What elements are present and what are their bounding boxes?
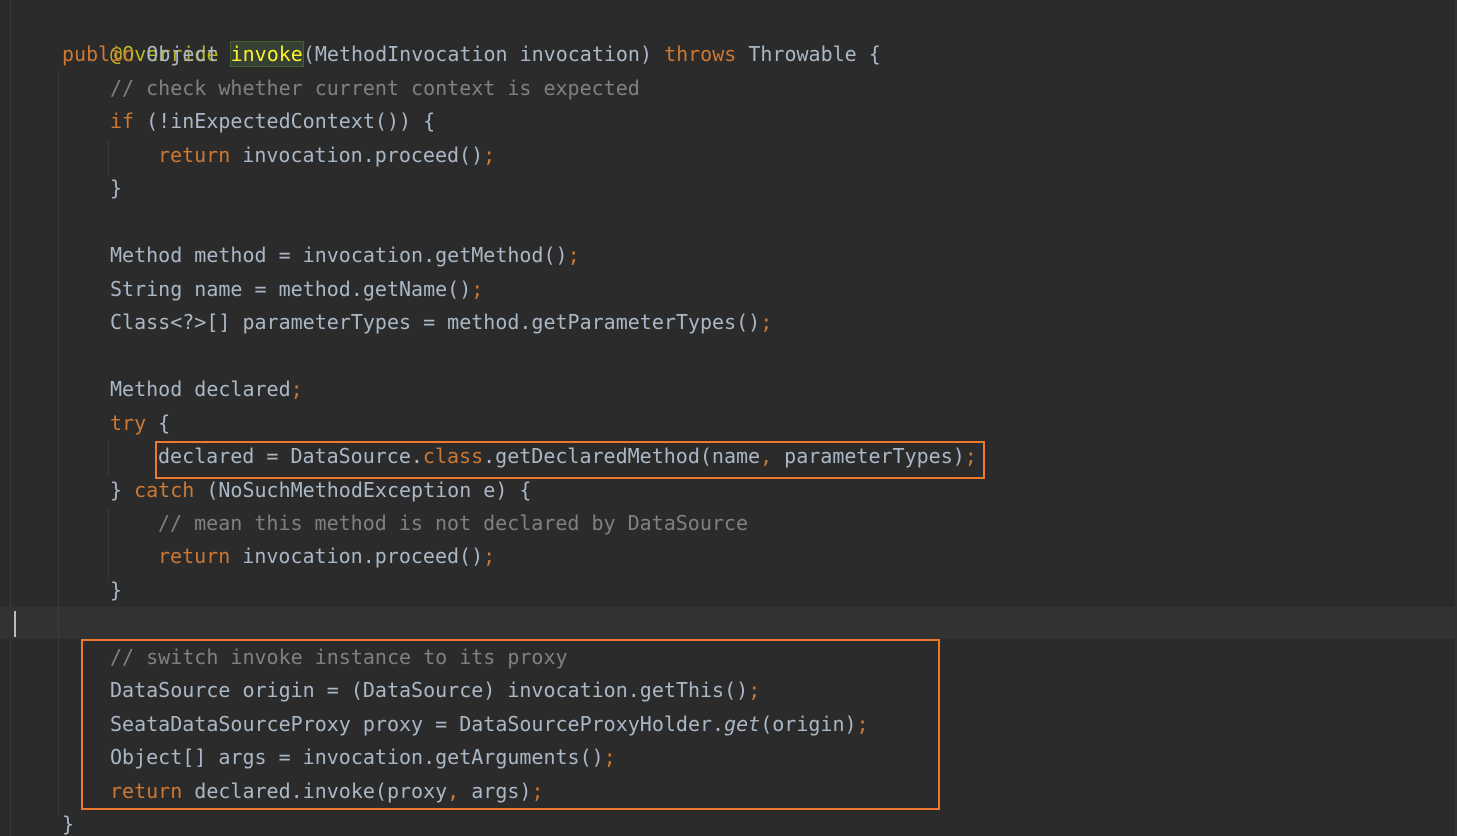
code-text: .getDeclaredMethod(name — [483, 444, 761, 468]
code-line-18[interactable]: DataSource origin = (DataSource) invocat… — [110, 674, 760, 707]
semicolon: ; — [964, 444, 977, 468]
code-text: parameterTypes) — [772, 444, 965, 468]
code-line-7[interactable]: Method method = invocation.getMethod(); — [110, 239, 580, 272]
semicolon: ; — [471, 277, 484, 301]
code-text: (origin) — [760, 712, 857, 736]
code-line-17[interactable]: // switch invoke instance to its proxy — [110, 641, 568, 674]
semicolon: ; — [760, 310, 773, 334]
code-line-13[interactable]: } catch (NoSuchMethodException e) { — [110, 474, 531, 507]
code-line-12[interactable]: declared = DataSource.class.getDeclaredM… — [158, 440, 977, 473]
code-text: DataSource origin = (DataSource) invocat… — [110, 678, 749, 702]
code-text: Object[] args = invocation.getArguments(… — [110, 745, 604, 769]
code-line-20[interactable]: Object[] args = invocation.getArguments(… — [110, 741, 616, 774]
code-text: declared = DataSource. — [158, 444, 423, 468]
static-method: get — [724, 712, 761, 736]
code-text: Object — [134, 42, 231, 66]
indent-guide — [108, 508, 109, 578]
code-line-1[interactable]: @Override — [62, 5, 218, 66]
code-text: Throwable { — [736, 42, 881, 66]
comma: , — [447, 779, 460, 803]
method-name-highlight: invoke — [229, 41, 304, 67]
code-text: (NoSuchMethodException e) { — [194, 478, 532, 502]
code-line-10[interactable]: Method declared; — [110, 373, 303, 406]
comment: // mean this method is not declared by D… — [158, 511, 749, 535]
indent-guide — [58, 72, 59, 814]
code-text: Method method = invocation.getMethod() — [110, 243, 568, 267]
code-text: (!inExpectedContext()) { — [134, 109, 436, 133]
code-text: } — [110, 176, 123, 200]
semicolon: ; — [567, 243, 580, 267]
code-line-8[interactable]: String name = method.getName(); — [110, 273, 483, 306]
semicolon: ; — [603, 745, 616, 769]
code-text: invocation.proceed() — [230, 544, 484, 568]
keyword: try — [110, 411, 147, 435]
code-line-5[interactable]: return invocation.proceed(); — [158, 139, 495, 172]
code-text: } — [110, 478, 135, 502]
code-line-16[interactable]: } — [110, 574, 122, 607]
keyword: catch — [134, 478, 195, 502]
indent-guide — [108, 440, 109, 476]
code-text: declared.invoke(proxy — [182, 779, 448, 803]
current-line-highlight — [0, 607, 1457, 639]
code-text: SeataDataSourceProxy proxy = DataSourceP… — [110, 712, 725, 736]
code-text: Class<?>[] parameterTypes = method.getPa… — [110, 310, 761, 334]
code-line-19[interactable]: SeataDataSourceProxy proxy = DataSourceP… — [110, 708, 869, 741]
keyword: class — [422, 444, 484, 468]
code-line-2[interactable]: public Object invoke(MethodInvocation in… — [62, 38, 881, 71]
code-text: { — [146, 411, 171, 435]
code-line-3[interactable]: // check whether current context is expe… — [110, 72, 640, 105]
code-line-11[interactable]: try { — [110, 407, 170, 440]
code-text: String name = method.getName() — [110, 277, 472, 301]
gutter-divider — [10, 0, 11, 836]
code-line-14[interactable]: // mean this method is not declared by D… — [158, 507, 748, 540]
semicolon: ; — [856, 712, 869, 736]
code-text: Method declared — [110, 377, 291, 401]
code-text: } — [62, 812, 75, 836]
code-text: (MethodInvocation invocation) — [302, 42, 665, 66]
keyword: throws — [664, 42, 737, 66]
text-caret — [14, 611, 16, 637]
comma: , — [760, 444, 773, 468]
indent-guide — [108, 140, 109, 176]
keyword: return — [158, 143, 231, 167]
keyword: return — [110, 779, 183, 803]
keyword: return — [158, 544, 231, 568]
code-line-4[interactable]: if (!inExpectedContext()) { — [110, 105, 435, 138]
keyword: public — [62, 42, 135, 66]
code-editor[interactable]: @Override public Object invoke(MethodInv… — [0, 0, 1457, 836]
code-line-21[interactable]: return declared.invoke(proxy, args); — [110, 775, 544, 808]
code-line-15[interactable]: return invocation.proceed(); — [158, 540, 495, 573]
code-line-9[interactable]: Class<?>[] parameterTypes = method.getPa… — [110, 306, 772, 339]
code-text: } — [110, 578, 123, 602]
code-text: invocation.proceed() — [230, 143, 484, 167]
comment: // check whether current context is expe… — [110, 76, 640, 100]
code-line-22[interactable]: } — [62, 808, 74, 836]
semicolon: ; — [483, 544, 496, 568]
keyword: if — [110, 109, 135, 133]
semicolon: ; — [748, 678, 761, 702]
semicolon: ; — [483, 143, 496, 167]
code-text: args) — [459, 779, 532, 803]
code-line-6[interactable]: } — [110, 172, 122, 205]
semicolon: ; — [290, 377, 303, 401]
comment: // switch invoke instance to its proxy — [110, 645, 568, 669]
semicolon: ; — [531, 779, 544, 803]
